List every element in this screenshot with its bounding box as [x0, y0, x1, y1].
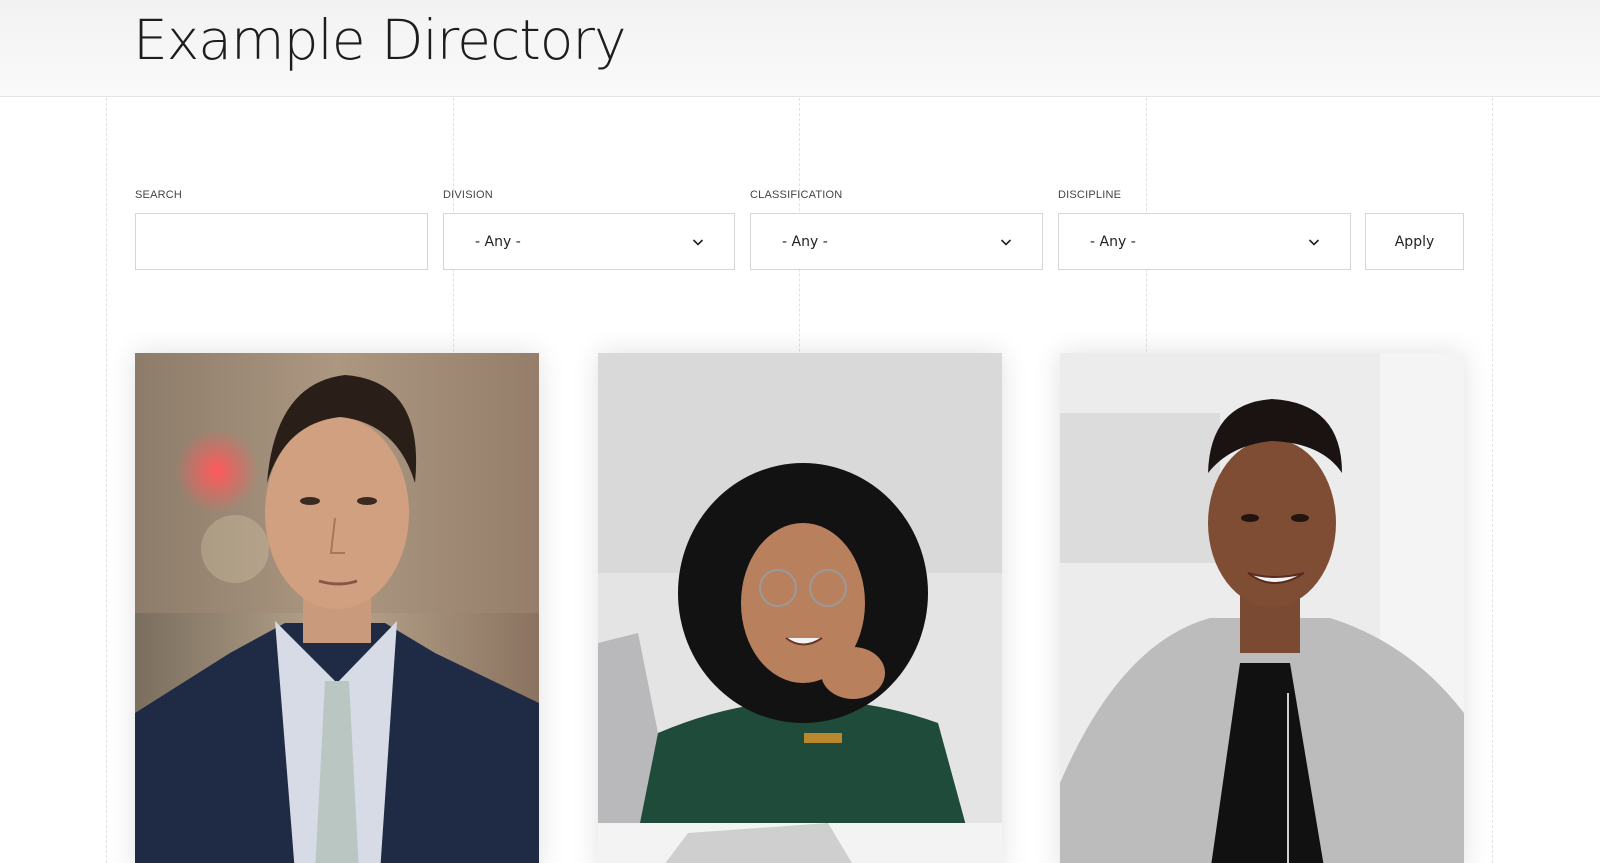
classification-select[interactable]: - Any -	[750, 213, 1043, 270]
profile-photo	[1060, 353, 1464, 863]
classification-label: CLASSIFICATION	[750, 189, 843, 201]
search-field[interactable]	[135, 213, 428, 270]
grid-guide	[1492, 98, 1493, 863]
site-header: Example Directory	[0, 0, 1600, 97]
chevron-down-icon	[1000, 238, 1012, 246]
grid-guide	[106, 98, 107, 863]
profile-photo	[135, 353, 539, 863]
search-label: SEARCH	[135, 189, 183, 201]
page-title: Example Directory	[133, 8, 627, 72]
page: Example Directory SEARCH DIVISION - Any …	[0, 0, 1600, 863]
profile-card[interactable]	[598, 353, 1002, 863]
profile-card[interactable]	[135, 353, 539, 863]
classification-selected-value: - Any -	[782, 233, 828, 250]
discipline-select[interactable]: - Any -	[1058, 213, 1351, 270]
division-label: DIVISION	[443, 189, 493, 201]
division-selected-value: - Any -	[475, 233, 521, 250]
apply-button[interactable]: Apply	[1365, 213, 1464, 270]
chevron-down-icon	[692, 238, 704, 246]
discipline-label: DISCIPLINE	[1058, 189, 1122, 201]
search-input[interactable]	[136, 214, 427, 269]
division-select[interactable]: - Any -	[443, 213, 735, 270]
profile-photo	[598, 353, 1002, 863]
chevron-down-icon	[1308, 238, 1320, 246]
profile-card[interactable]	[1060, 353, 1464, 863]
discipline-selected-value: - Any -	[1090, 233, 1136, 250]
